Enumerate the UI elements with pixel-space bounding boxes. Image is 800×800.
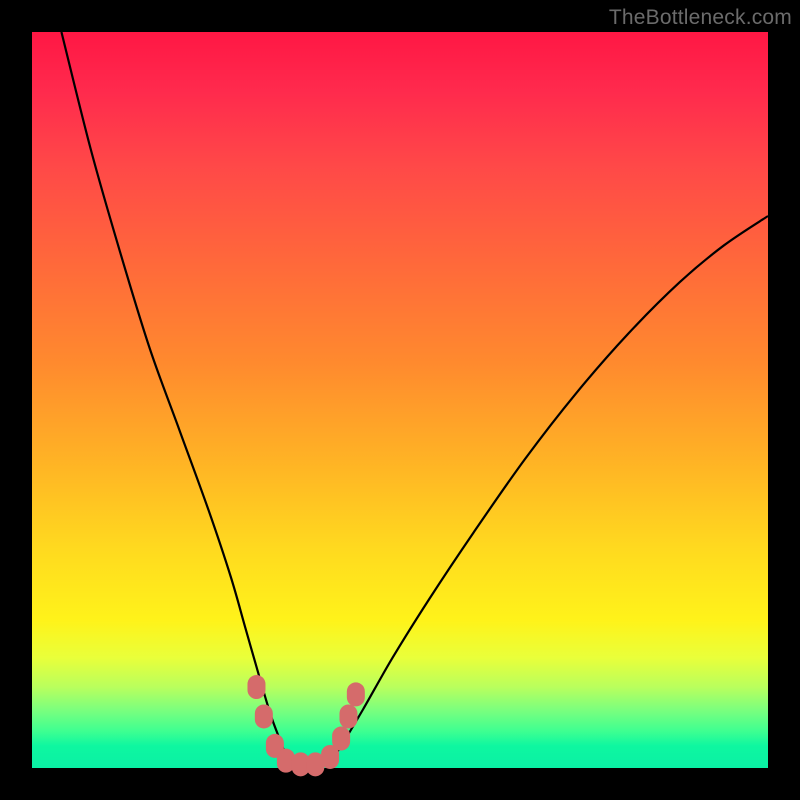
curve-layer bbox=[61, 32, 768, 768]
left-branch-path bbox=[61, 32, 289, 768]
watermark-text: TheBottleneck.com bbox=[609, 6, 792, 30]
valley-marker bbox=[247, 675, 265, 699]
valley-marker bbox=[339, 704, 357, 728]
chart-frame: TheBottleneck.com bbox=[0, 0, 800, 800]
valley-marker bbox=[332, 727, 350, 751]
plot-area bbox=[32, 32, 768, 768]
chart-svg bbox=[32, 32, 768, 768]
right-branch-path bbox=[326, 216, 768, 768]
valley-marker bbox=[347, 682, 365, 706]
valley-marker bbox=[255, 704, 273, 728]
valley-markers-layer bbox=[247, 675, 364, 776]
